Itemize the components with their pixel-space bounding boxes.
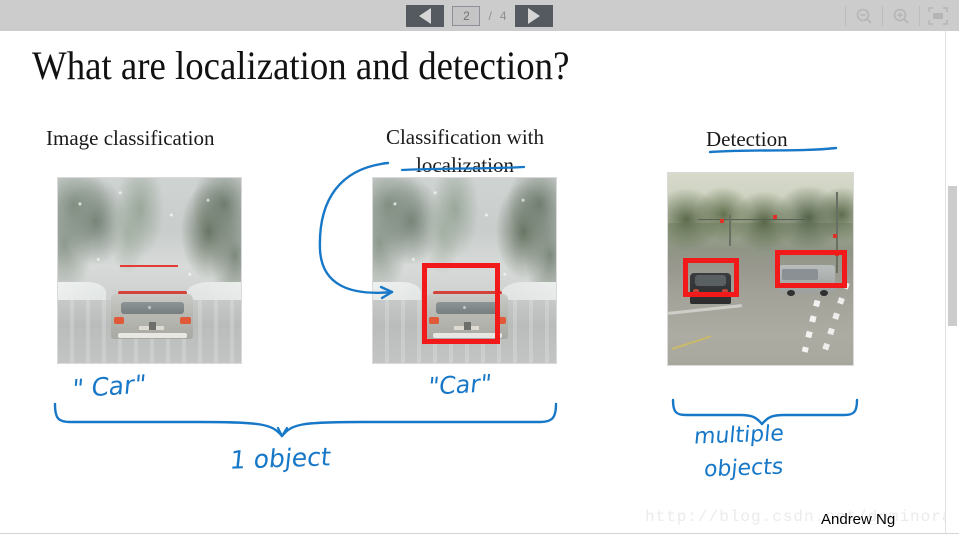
zoom-out-button[interactable] — [849, 4, 879, 28]
toolbar-page-controls: 2 / 4 — [0, 0, 959, 31]
traffic-light-marker — [773, 215, 778, 220]
total-pages-label: 4 — [499, 8, 507, 23]
toolbar-divider — [919, 5, 920, 26]
fullscreen-icon — [928, 6, 948, 25]
magnifier-minus-icon — [856, 8, 872, 24]
handwritten-label-multiple: multiple — [692, 421, 785, 450]
prev-page-button[interactable] — [406, 4, 445, 27]
column-heading-classification-with-localization: Classification with localization — [385, 125, 545, 177]
page-separator: / — [488, 8, 492, 23]
magnifier-plus-icon — [893, 8, 909, 24]
van-wheel-rear — [820, 289, 828, 297]
traffic-light-marker — [719, 219, 724, 224]
blog-watermark: http://blog.csdn.net/dominoracle — [645, 508, 959, 526]
next-page-button[interactable] — [514, 4, 553, 27]
bounding-box-car — [422, 263, 500, 344]
toolbar-divider — [882, 5, 883, 26]
zoom-in-button[interactable] — [886, 4, 916, 28]
page-number-input[interactable]: 2 — [452, 5, 481, 26]
handwritten-label-car-middle: "Car" — [426, 369, 493, 401]
toolbar-divider — [845, 5, 846, 26]
vertical-scrollbar-thumb[interactable] — [948, 186, 957, 326]
toolbar-zoom-controls — [842, 0, 953, 31]
column-heading-image-classification: Image classification — [46, 126, 215, 150]
triangle-right-icon — [527, 7, 540, 24]
bounding-box-sedan — [683, 258, 739, 297]
bounding-box-van — [775, 250, 847, 288]
van-wheel-front — [786, 289, 795, 297]
fit-to-screen-button[interactable] — [923, 4, 953, 28]
page-bottom-divider — [0, 533, 959, 534]
viewer-toolbar: 2 / 4 — [0, 0, 959, 31]
traffic-light-marker — [832, 234, 837, 239]
page-title: What are localization and detection? — [32, 43, 570, 88]
handwritten-label-one-object: 1 object — [228, 442, 333, 475]
triangle-left-icon — [419, 7, 432, 24]
vertical-scrollbar-track[interactable] — [945, 31, 959, 533]
presenter-credit: Andrew Ng — [821, 511, 896, 528]
red-roof-marker-1 — [120, 265, 178, 272]
presentation-viewer: 2 / 4 What are localization and detectio… — [0, 0, 959, 540]
traffic-signal-arm — [697, 219, 805, 221]
handwritten-label-car-left: " Car" — [70, 369, 148, 404]
column-heading-detection: Detection — [706, 127, 788, 151]
sign-pole-center — [729, 215, 732, 246]
handwritten-label-objects: objects — [702, 454, 785, 483]
